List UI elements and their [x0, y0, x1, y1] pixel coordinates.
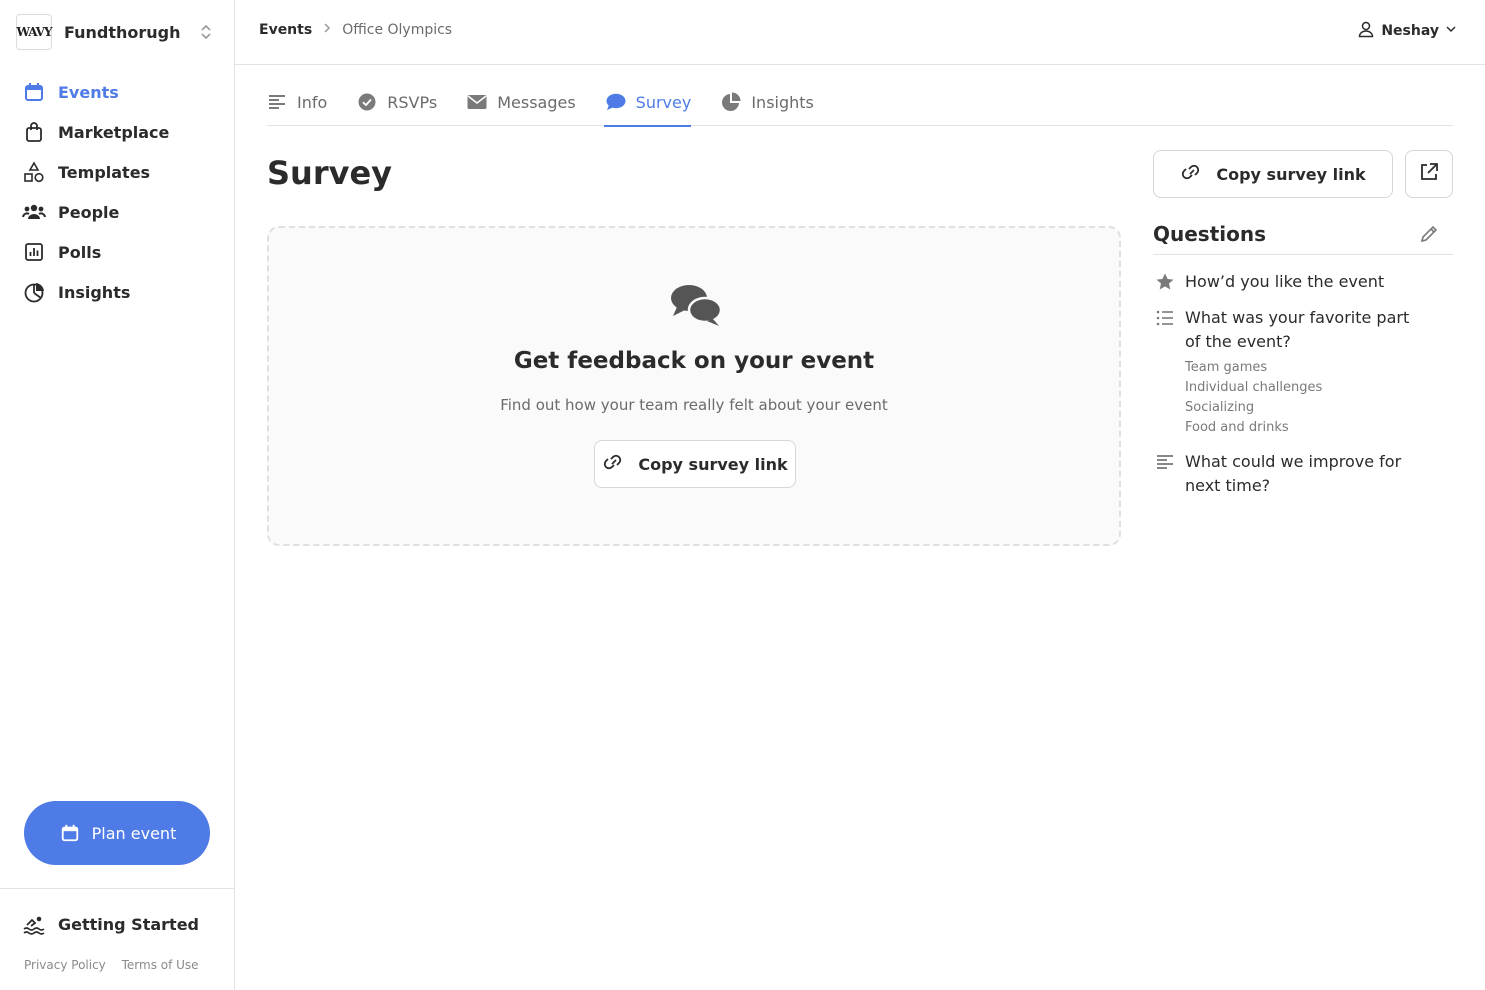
star-icon	[1153, 270, 1177, 294]
tab-rsvps[interactable]: RSVPs	[357, 78, 437, 126]
option-item: Food and drinks	[1185, 420, 1289, 435]
list-icon	[1153, 306, 1177, 330]
getting-started-link[interactable]: Getting Started	[22, 904, 199, 944]
breadcrumb-current: Office Olympics	[342, 22, 453, 38]
tab-messages[interactable]: Messages	[467, 78, 576, 126]
question-text: What could we improve for next time?	[1185, 452, 1402, 495]
user-menu[interactable]: Neshay	[1351, 20, 1463, 42]
link-icon	[1180, 162, 1216, 186]
plan-event-button[interactable]: Plan event	[24, 801, 210, 865]
link-icon	[602, 452, 638, 476]
sidebar-item-label: Polls	[58, 242, 102, 262]
page-title: Survey	[267, 154, 393, 192]
chevron-right-icon	[322, 22, 332, 38]
calendar-icon	[22, 80, 46, 104]
copy-survey-link-button-top[interactable]: Copy survey link	[1153, 150, 1393, 198]
questions-title: Questions	[1153, 222, 1267, 246]
tab-label: Info	[297, 92, 328, 112]
empty-state-title: Get feedback on your event	[513, 348, 875, 374]
pencil-icon[interactable]	[1419, 224, 1439, 244]
empty-state-subtitle: Find out how your team really felt about…	[500, 396, 888, 414]
sidebar-item-polls[interactable]: Polls	[22, 232, 222, 272]
copy-survey-link-label: Copy survey link	[638, 454, 788, 474]
sidebar-item-events[interactable]: Events	[22, 72, 222, 112]
tab-label: Survey	[635, 92, 692, 112]
getting-started-label: Getting Started	[58, 914, 199, 934]
option-item: Socializing	[1185, 400, 1255, 415]
shopping-bag-icon	[22, 120, 46, 144]
question-item[interactable]: How’d you like the event	[1153, 270, 1453, 294]
event-tabs: Info RSVPs Messages Survey Insights	[267, 78, 1453, 127]
tab-label: Insights	[751, 92, 814, 112]
terms-of-use-link[interactable]: Terms of Use	[122, 958, 199, 972]
tab-label: RSVPs	[387, 92, 438, 112]
chevron-down-icon	[1439, 23, 1463, 39]
survey-empty-state: Get feedback on your event Find out how …	[267, 226, 1121, 546]
question-item[interactable]: What could we improve for next time?	[1153, 450, 1453, 498]
open-survey-button[interactable]	[1405, 150, 1453, 198]
breadcrumb: Events Office Olympics	[259, 22, 452, 38]
question-options: Team games Individual challenges Sociali…	[1185, 358, 1425, 438]
legal-links: Privacy Policy Terms of Use	[24, 958, 211, 972]
sidebar-item-label: People	[58, 202, 120, 222]
text-lines-icon	[1153, 450, 1177, 474]
org-logo: WAVY	[16, 14, 53, 50]
sidebar-item-insights[interactable]: Insights	[22, 272, 222, 312]
sidebar-item-label: Insights	[58, 282, 131, 302]
swimmer-icon	[22, 912, 46, 936]
copy-survey-link-label: Copy survey link	[1216, 164, 1366, 184]
pie-chart-icon	[22, 280, 46, 304]
breadcrumb-events[interactable]: Events	[259, 22, 312, 38]
shapes-icon	[22, 160, 46, 184]
question-text: What was your favorite part of the event…	[1185, 306, 1425, 438]
external-link-icon	[1419, 162, 1439, 186]
sidebar-item-label: Templates	[58, 162, 151, 182]
divider	[0, 888, 234, 889]
tab-insights[interactable]: Insights	[721, 78, 814, 126]
option-item: Individual challenges	[1185, 380, 1323, 395]
org-switcher[interactable]: WAVY Fundthorugh	[16, 14, 216, 50]
plan-event-label: Plan event	[91, 823, 177, 843]
question-label: What was your favorite part of the event…	[1185, 308, 1410, 351]
tab-info[interactable]: Info	[267, 78, 327, 126]
copy-survey-link-button[interactable]: Copy survey link	[594, 440, 796, 488]
questions-header: Questions	[1153, 218, 1453, 255]
option-item: Team games	[1185, 360, 1268, 375]
user-name: Neshay	[1381, 23, 1439, 39]
tab-label: Messages	[497, 92, 576, 112]
question-text: How’d you like the event	[1185, 272, 1385, 291]
sidebar-item-label: Events	[58, 82, 119, 102]
sidebar-item-templates[interactable]: Templates	[22, 152, 222, 192]
sidebar-item-label: Marketplace	[58, 122, 170, 142]
sidebar: WAVY Fundthorugh Events Marketplace Temp…	[0, 0, 235, 990]
sidebar-nav: Events Marketplace Templates People Poll…	[22, 72, 222, 312]
bar-chart-icon	[22, 240, 46, 264]
chat-bubbles-icon	[669, 283, 723, 327]
sidebar-item-marketplace[interactable]: Marketplace	[22, 112, 222, 152]
chat-bubble-icon	[606, 92, 626, 112]
top-bar: Events Office Olympics Neshay	[235, 0, 1485, 65]
sidebar-item-people[interactable]: People	[22, 192, 222, 232]
envelope-icon	[467, 92, 487, 112]
calendar-icon	[58, 821, 82, 845]
people-icon	[22, 200, 46, 224]
chevron-up-down-icon[interactable]	[196, 22, 216, 42]
text-lines-icon	[267, 92, 287, 112]
question-item[interactable]: What was your favorite part of the event…	[1153, 306, 1453, 438]
tab-survey[interactable]: Survey	[603, 78, 692, 127]
privacy-policy-link[interactable]: Privacy Policy	[24, 958, 106, 972]
questions-list: How’d you like the event What was your f…	[1153, 270, 1453, 510]
check-circle-icon	[357, 92, 377, 112]
org-name: Fundthorugh	[64, 22, 181, 42]
pie-chart-icon	[721, 92, 741, 112]
user-icon	[1351, 20, 1381, 42]
